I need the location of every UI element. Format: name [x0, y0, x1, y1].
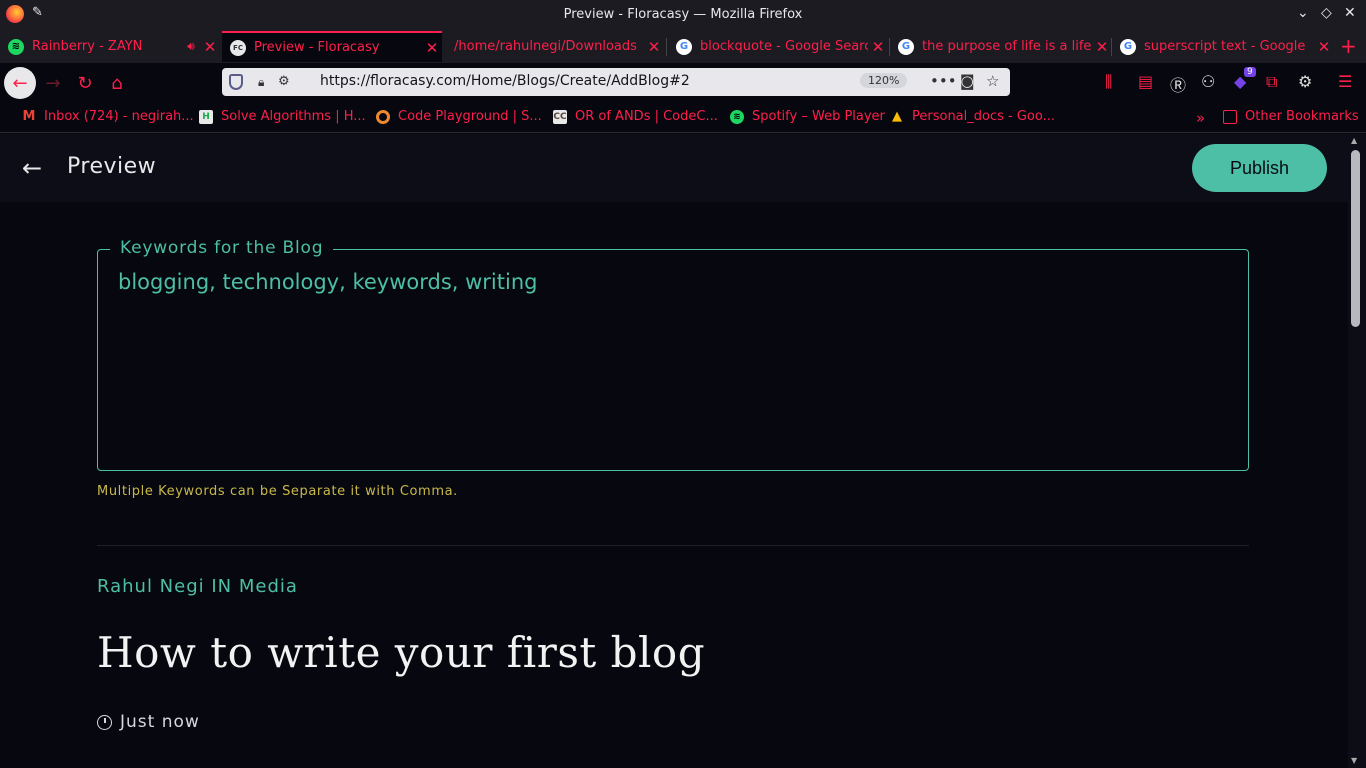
scrollbar-thumb[interactable]	[1351, 150, 1360, 327]
page-title: Preview	[67, 154, 157, 179]
lock-icon[interactable]: 🔒︎	[258, 75, 264, 90]
bookmark-gmail[interactable]: M Inbox (724) - negirah...	[22, 109, 194, 124]
tab-label: Rainberry - ZAYN	[32, 39, 143, 54]
bookmark-hackerrank[interactable]: H Solve Algorithms | H...	[199, 109, 366, 124]
other-bookmarks-label: Other Bookmarks	[1245, 109, 1359, 124]
tab-close-icon[interactable]: ✕	[1314, 38, 1334, 56]
maximize-icon[interactable]: ◇	[1321, 5, 1332, 21]
tab-blockquote[interactable]: G blockquote - Google Search ✕	[668, 31, 888, 62]
divider	[97, 545, 1249, 546]
tab-superscript[interactable]: G superscript text - Google ✕	[1112, 31, 1334, 62]
bookmark-google-drive[interactable]: ▲ Personal_docs - Goo...	[890, 109, 1055, 124]
tab-label: Preview - Floracasy	[254, 40, 380, 55]
bookmark-spotify[interactable]: ≋ Spotify – Web Player	[730, 109, 885, 124]
minimize-icon[interactable]: ⌄	[1297, 5, 1309, 21]
timestamp-text: Just now	[120, 712, 200, 732]
bookmark-label: Code Playground | S...	[398, 109, 542, 124]
tracking-protection-icon[interactable]	[229, 74, 243, 90]
address-bar[interactable]: 🔒︎ ⚙ https://floracasy.com/Home/Blogs/Cr…	[222, 68, 1010, 96]
sololearn-icon	[376, 109, 390, 124]
home-icon[interactable]: ⌂	[101, 67, 133, 99]
sidebar-icon[interactable]: ▤	[1138, 72, 1153, 91]
permissions-icon[interactable]: ⚙	[278, 74, 290, 89]
tab-close-icon[interactable]: ✕	[1092, 38, 1112, 56]
navigation-toolbar: ← → ↻ ⌂ 🔒︎ ⚙ https://floracasy.com/Home/…	[0, 63, 1366, 101]
publish-button[interactable]: Publish	[1192, 144, 1327, 192]
extension-r-icon[interactable]: Ⓡ	[1170, 72, 1186, 96]
keywords-field[interactable]: Keywords for the Blog blogging, technolo…	[97, 238, 1249, 471]
gmail-icon: M	[22, 109, 36, 124]
tab-downloads[interactable]: /home/rahulnegi/Downloads ✕	[444, 31, 664, 62]
bookmark-label: Personal_docs - Goo...	[912, 109, 1055, 124]
extension-medal-icon[interactable]: ⚙	[1298, 72, 1312, 91]
new-tab-icon[interactable]: +	[1340, 34, 1357, 58]
close-window-icon[interactable]: ✕	[1344, 5, 1356, 21]
forward-icon[interactable]: →	[37, 67, 69, 99]
back-icon[interactable]: ←	[4, 67, 36, 99]
tab-close-icon[interactable]: ✕	[644, 38, 664, 56]
pocket-icon[interactable]: ◙	[960, 72, 975, 90]
keywords-helper-text: Multiple Keywords can be Separate it wit…	[97, 484, 458, 499]
hackerrank-icon: H	[199, 109, 213, 124]
url-text[interactable]: https://floracasy.com/Home/Blogs/Create/…	[320, 73, 690, 89]
back-arrow-icon[interactable]: ←	[22, 154, 42, 182]
tab-purpose-of-life[interactable]: G the purpose of life is a life ✕	[890, 31, 1112, 62]
screenshot-icon[interactable]: ⧉	[1266, 72, 1277, 92]
codechef-icon: CC	[553, 109, 567, 124]
tab-label: blockquote - Google Search	[700, 39, 868, 54]
tab-rainberry[interactable]: ≋ Rainberry - ZAYN 🔊︎ ✕	[0, 31, 220, 62]
bookmark-label: OR of ANDs | CodeC...	[575, 109, 718, 124]
other-bookmarks[interactable]: Other Bookmarks	[1223, 109, 1359, 124]
bookmark-codechef[interactable]: CC OR of ANDs | CodeC...	[553, 109, 718, 124]
bookmark-label: Solve Algorithms | H...	[221, 109, 366, 124]
window-titlebar: ✎ Preview - Floracasy — Mozilla Firefox …	[0, 0, 1366, 30]
bookmarks-toolbar: M Inbox (724) - negirah... H Solve Algor…	[0, 101, 1366, 133]
bookmark-label: Spotify – Web Player	[752, 109, 885, 124]
menu-icon[interactable]: ☰	[1338, 72, 1352, 91]
timestamp: Just now	[97, 712, 200, 732]
google-drive-icon: ▲	[892, 109, 902, 124]
spotify-icon: ≋	[730, 109, 744, 124]
tab-preview-floracasy[interactable]: FC Preview - Floracasy ✕	[222, 31, 442, 62]
page-actions-icon[interactable]: •••	[930, 72, 957, 90]
bookmarks-overflow-icon[interactable]: »	[1196, 109, 1205, 127]
reload-icon[interactable]: ↻	[69, 67, 101, 99]
scroll-up-icon[interactable]: ▲	[1351, 136, 1357, 145]
tab-close-icon[interactable]: ✕	[868, 38, 888, 56]
zoom-level[interactable]: 120%	[860, 73, 908, 88]
bookmark-star-icon[interactable]: ☆	[986, 72, 999, 90]
tab-separator	[666, 38, 667, 56]
app-header: ← Preview Publish	[0, 134, 1348, 202]
floracasy-icon: FC	[230, 39, 246, 56]
tab-bar: ≋ Rainberry - ZAYN 🔊︎ ✕ FC Preview - Flo…	[0, 30, 1366, 63]
author-name: Rahul Negi IN Media	[97, 576, 298, 597]
scroll-down-icon[interactable]: ▼	[1351, 756, 1357, 765]
google-icon: G	[1120, 38, 1136, 55]
tab-label: superscript text - Google	[1144, 39, 1306, 54]
tab-label: the purpose of life is a life	[922, 39, 1092, 54]
speaker-icon[interactable]: 🔊︎	[182, 39, 200, 54]
spotify-icon: ≋	[8, 38, 24, 55]
google-icon: G	[898, 38, 914, 55]
tab-close-icon[interactable]: ✕	[200, 38, 220, 56]
keywords-legend: Keywords for the Blog	[110, 238, 334, 258]
window-title: Preview - Floracasy — Mozilla Firefox	[563, 7, 803, 22]
google-icon: G	[676, 38, 692, 55]
extension-glasses-icon[interactable]: ⚇	[1201, 72, 1215, 91]
bookmark-sololearn[interactable]: Code Playground | S...	[376, 109, 542, 124]
library-icon[interactable]: ⫼	[1105, 72, 1112, 92]
extension-badge: 9	[1244, 67, 1256, 77]
tab-label: /home/rahulnegi/Downloads	[454, 39, 637, 54]
clock-icon	[97, 714, 112, 730]
tab-close-icon[interactable]: ✕	[422, 39, 442, 57]
blog-title: How to write your first blog	[97, 628, 706, 677]
bookmark-label: Inbox (724) - negirah...	[44, 109, 194, 124]
folder-icon	[1223, 109, 1237, 124]
keywords-input[interactable]: blogging, technology, keywords, writing	[118, 270, 537, 294]
page-content: ← Preview Publish Keywords for the Blog …	[0, 134, 1366, 768]
